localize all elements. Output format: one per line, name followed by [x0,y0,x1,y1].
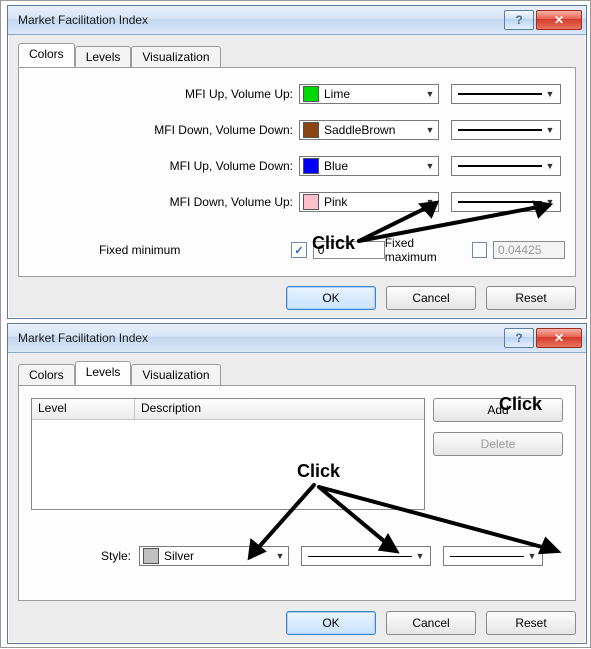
fixed-max-label: Fixed maximum [385,236,466,264]
style-color-name: Silver [164,549,272,563]
chevron-down-icon: ▼ [422,157,438,175]
lineweight-combo-1[interactable]: ▼ [451,120,561,140]
chevron-down-icon: ▼ [524,547,540,565]
tabpanel-levels: Level Description Add Delete Style: Silv… [18,385,576,601]
color-row-2: MFI Up, Volume Down: Blue ▼ ▼ [19,154,565,178]
lineweight-combo-3[interactable]: ▼ [451,192,561,212]
lineweight-combo-0[interactable]: ▼ [451,84,561,104]
titlebar[interactable]: Market Facilitation Index ? ✕ [8,324,586,353]
window-title: Market Facilitation Index [18,331,502,345]
close-icon: ✕ [537,329,581,347]
chevron-down-icon: ▼ [422,193,438,211]
color-combo-mfi-up-vol-down[interactable]: Blue ▼ [299,156,439,176]
chevron-down-icon: ▼ [542,193,558,211]
chevron-down-icon: ▼ [422,85,438,103]
style-lineweight-combo[interactable]: ▼ [443,546,543,566]
fixed-row: Fixed minimum ✓ Fixed maximum [19,236,565,264]
chevron-down-icon: ▼ [422,121,438,139]
titlebar[interactable]: Market Facilitation Index ? ✕ [8,6,586,35]
chevron-down-icon: ▼ [542,85,558,103]
fixed-min-input[interactable] [313,241,385,259]
swatch-icon [303,122,319,138]
swatch-icon [143,548,159,564]
line-preview [458,129,542,131]
fixed-min-checkbox[interactable]: ✓ [291,242,306,258]
line-preview [458,165,542,167]
color-combo-mfi-down-vol-up[interactable]: Pink ▼ [299,192,439,212]
help-icon: ? [505,329,533,347]
window-title: Market Facilitation Index [18,13,502,27]
fixed-max-checkbox[interactable] [472,242,487,258]
swatch-icon [303,158,319,174]
color-label: MFI Down, Volume Up: [19,195,299,209]
close-button[interactable]: ✕ [536,328,582,348]
reset-button[interactable]: Reset [486,286,576,310]
add-button[interactable]: Add [433,398,563,422]
tabstrip: Colors Levels Visualization [18,361,576,385]
level-list[interactable]: Level Description [31,398,425,510]
header-level[interactable]: Level [32,399,135,419]
color-label: MFI Down, Volume Down: [19,123,299,137]
chevron-down-icon: ▼ [272,547,288,565]
close-icon: ✕ [537,11,581,29]
delete-button: Delete [433,432,563,456]
color-row-1: MFI Down, Volume Down: SaddleBrown ▼ ▼ [19,118,565,142]
color-combo-mfi-up-vol-up[interactable]: Lime ▼ [299,84,439,104]
close-button[interactable]: ✕ [536,10,582,30]
tab-visualization[interactable]: Visualization [131,364,220,386]
color-row-3: MFI Down, Volume Up: Pink ▼ ▼ [19,190,565,214]
line-preview [458,201,542,203]
dialog-mfi-levels: Market Facilitation Index ? ✕ Colors Lev… [7,323,587,644]
fixed-max-input [493,241,565,259]
cancel-button[interactable]: Cancel [386,611,476,635]
color-label: MFI Up, Volume Up: [19,87,299,101]
line-preview [450,556,524,557]
style-linetype-combo[interactable]: ▼ [301,546,431,566]
header-description[interactable]: Description [135,399,424,419]
dialog-mfi-colors: Market Facilitation Index ? ✕ Colors Lev… [7,5,587,319]
tabstrip: Colors Levels Visualization [18,43,576,67]
color-name: Blue [324,159,422,173]
color-name: Pink [324,195,422,209]
tab-colors[interactable]: Colors [18,43,75,67]
lineweight-combo-2[interactable]: ▼ [451,156,561,176]
chevron-down-icon: ▼ [542,121,558,139]
level-list-header: Level Description [32,399,424,420]
color-name: SaddleBrown [324,123,422,137]
tab-colors[interactable]: Colors [18,364,75,386]
chevron-down-icon: ▼ [412,547,428,565]
line-preview [458,93,542,95]
ok-button[interactable]: OK [286,611,376,635]
button-bar: OK Cancel Reset [8,286,576,310]
cancel-button[interactable]: Cancel [386,286,476,310]
tab-visualization[interactable]: Visualization [131,46,220,68]
swatch-icon [303,194,319,210]
fixed-min-label: Fixed minimum [19,243,285,257]
reset-button[interactable]: Reset [486,611,576,635]
color-label: MFI Up, Volume Down: [19,159,299,173]
color-row-0: MFI Up, Volume Up: Lime ▼ ▼ [19,82,565,106]
color-name: Lime [324,87,422,101]
button-bar: OK Cancel Reset [8,611,576,635]
ok-button[interactable]: OK [286,286,376,310]
tab-levels[interactable]: Levels [75,361,132,385]
help-button[interactable]: ? [504,328,534,348]
level-side-buttons: Add Delete [433,398,563,456]
style-row: Style: Silver ▼ ▼ ▼ [31,546,563,566]
swatch-icon [303,86,319,102]
tabpanel-colors: MFI Up, Volume Up: Lime ▼ ▼ MFI Down, Vo… [18,67,576,277]
help-icon: ? [505,11,533,29]
line-preview [308,556,412,557]
help-button[interactable]: ? [504,10,534,30]
chevron-down-icon: ▼ [542,157,558,175]
tab-levels[interactable]: Levels [75,46,132,68]
style-color-combo[interactable]: Silver ▼ [139,546,289,566]
style-label: Style: [31,549,139,563]
color-combo-mfi-down-vol-down[interactable]: SaddleBrown ▼ [299,120,439,140]
